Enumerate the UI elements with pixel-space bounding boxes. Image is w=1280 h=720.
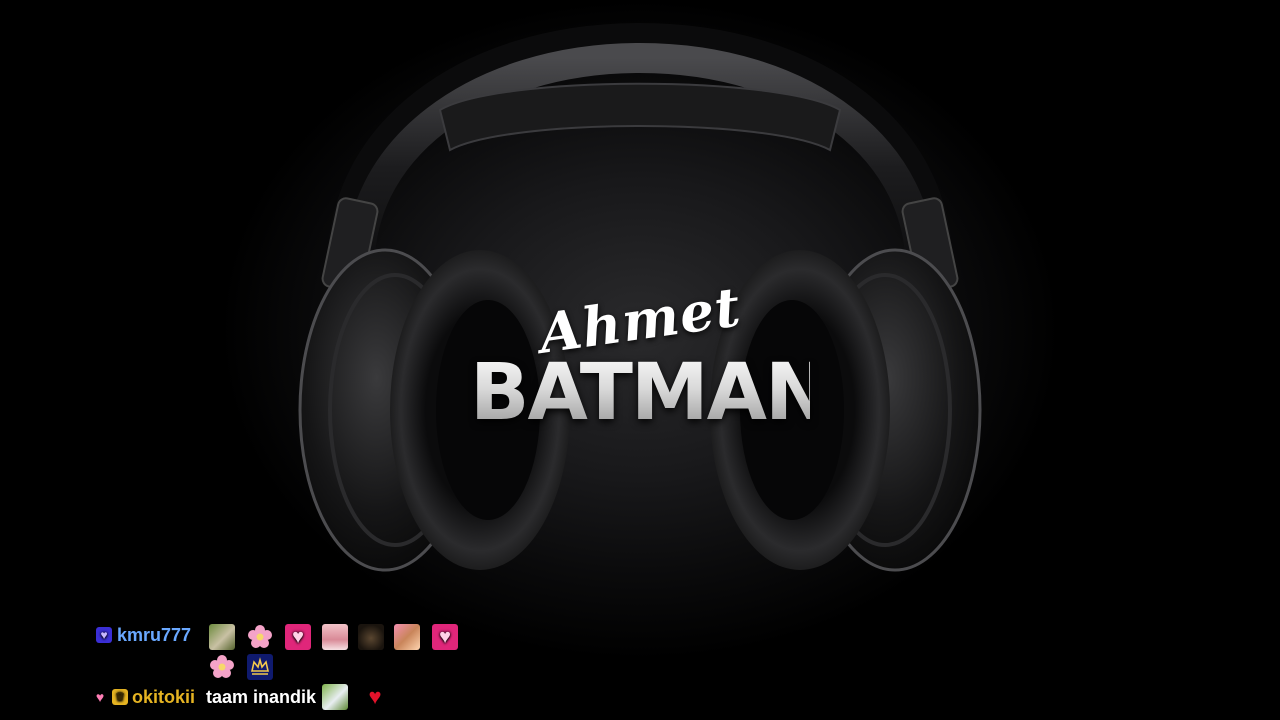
chat-message-text: taam inandik [206, 687, 317, 707]
flower-emote [247, 624, 273, 650]
fox-emote [394, 624, 420, 650]
crown-badge-icon: ♛ [112, 689, 128, 705]
logo-main-text: BATMAN [470, 348, 830, 438]
chat-message: ♥ kmru777 ♥ ♥ [92, 622, 512, 680]
pink-blush-emote [322, 624, 348, 650]
chat-username[interactable]: okitokii [132, 686, 195, 708]
headband [321, 22, 959, 302]
pink-heart-emote: ♥ [432, 624, 458, 650]
chat-username[interactable]: kmru777 [117, 624, 191, 646]
crown-emote [247, 654, 273, 680]
chat-overlay: ♥ kmru777 ♥ ♥ ♥ ♛ okitokii taam inandik … [92, 622, 512, 716]
pigeon-emote [322, 684, 348, 710]
red-heart-emote: ♥ [368, 684, 382, 709]
cat-emote [358, 624, 384, 650]
chat-message: ♥ ♛ okitokii taam inandik ♥ [92, 684, 512, 716]
bird-emote [209, 624, 235, 650]
flower-emote [209, 654, 235, 680]
pink-heart-icon: ♥ [95, 689, 105, 705]
stream-view: Ahmet BATMAN ♥ kmru777 ♥ ♥ ♥ ♛ okitokii … [0, 0, 1280, 720]
pink-heart-emote: ♥ [285, 624, 311, 650]
purple-heart-icon: ♥ [96, 627, 112, 643]
